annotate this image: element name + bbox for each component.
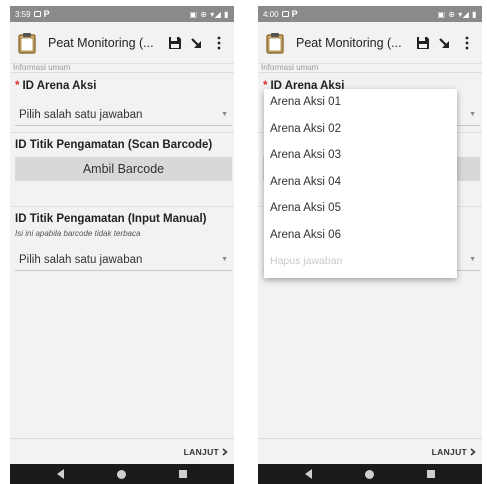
recents-icon[interactable] <box>427 470 436 478</box>
goto-icon[interactable] <box>434 30 456 56</box>
section-divider <box>258 72 482 73</box>
parking-icon: P <box>43 9 50 19</box>
arena-select[interactable]: Pilih salah satu jawaban ▼ <box>15 104 232 126</box>
home-icon[interactable] <box>116 469 126 479</box>
question-title-manual: ID Titik Pengamatan (Input Manual) <box>15 213 207 225</box>
scan-barcode-button[interactable]: Ambil Barcode <box>15 157 232 181</box>
status-icons: ▣ ⊕ ▾◢ ▮ <box>189 9 229 19</box>
chevron-right-icon <box>222 447 228 456</box>
form-content: Informasi umum * ID Arena Aksi ▼ ▼ Arena … <box>258 63 482 434</box>
manual-select[interactable]: Pilih salah satu jawaban ▼ <box>15 249 232 271</box>
app-toolbar: Peat Monitoring (... <box>258 22 482 64</box>
toolbar-title: Peat Monitoring (... <box>48 35 154 50</box>
back-icon[interactable] <box>56 469 64 479</box>
dropdown-option[interactable]: Arena Aksi 05 <box>264 195 457 222</box>
next-label: LANJUT <box>183 446 219 457</box>
notification-icon <box>33 11 41 17</box>
more-vert-icon[interactable] <box>208 30 230 56</box>
parking-icon: P <box>291 9 298 19</box>
clipboard-icon <box>14 30 40 56</box>
status-bar: 3:59 P ▣ ⊕ ▾◢ ▮ <box>10 6 234 22</box>
bottom-bar: LANJUT <box>258 438 482 464</box>
section-label: Informasi umum <box>13 63 71 72</box>
dropdown-option[interactable]: Arena Aksi 04 <box>264 169 457 196</box>
system-nav-bar <box>258 464 482 484</box>
select-value: Pilih salah satu jawaban <box>19 108 143 121</box>
next-button[interactable]: LANJUT <box>184 447 228 457</box>
save-icon[interactable] <box>164 30 186 56</box>
dropdown-menu: Arena Aksi 01 Arena Aksi 02 Arena Aksi 0… <box>264 89 457 278</box>
required-mark: * <box>15 80 20 92</box>
clipboard-icon <box>262 30 288 56</box>
question-label: ID Arena Aksi <box>22 80 97 92</box>
notification-icon <box>281 11 289 17</box>
phone-screen-dropdown: 4:00 P ▣ ⊕ ▾◢ ▮ Peat Monitoring (... Inf… <box>258 6 482 484</box>
save-icon[interactable] <box>412 30 434 56</box>
caret-down-icon: ▼ <box>469 111 476 118</box>
select-value: Pilih salah satu jawaban <box>19 253 143 266</box>
back-icon[interactable] <box>304 469 312 479</box>
recents-icon[interactable] <box>179 470 188 478</box>
status-icons: ▣ ⊕ ▾◢ ▮ <box>437 9 477 19</box>
more-vert-icon[interactable] <box>456 30 478 56</box>
chevron-right-icon <box>470 447 476 456</box>
bottom-bar: LANJUT <box>10 438 234 464</box>
section-label: Informasi umum <box>261 63 319 72</box>
status-time: 3:59 <box>15 9 31 19</box>
next-button[interactable]: LANJUT <box>432 447 476 457</box>
status-bar: 4:00 P ▣ ⊕ ▾◢ ▮ <box>258 6 482 22</box>
form-content: Informasi umum * ID Arena Aksi Pilih sala… <box>10 63 234 434</box>
goto-icon[interactable] <box>186 30 208 56</box>
question-title-arena: * ID Arena Aksi <box>15 80 96 92</box>
phone-screen-form: 3:59 P ▣ ⊕ ▾◢ ▮ Peat Monitoring (... Inf… <box>10 6 234 484</box>
toolbar-title: Peat Monitoring (... <box>296 35 402 50</box>
dropdown-option[interactable]: Arena Aksi 02 <box>264 116 457 143</box>
dropdown-option[interactable]: Arena Aksi 03 <box>264 142 457 169</box>
system-nav-bar <box>10 464 234 484</box>
status-time: 4:00 <box>263 9 279 19</box>
section-divider <box>10 72 234 73</box>
question-divider <box>10 132 234 133</box>
question-hint: Isi ini apabila barcode tidak terbaca <box>15 229 141 238</box>
caret-down-icon: ▼ <box>469 256 476 263</box>
next-label: LANJUT <box>431 446 467 457</box>
app-toolbar: Peat Monitoring (... <box>10 22 234 64</box>
caret-down-icon: ▼ <box>221 111 228 118</box>
question-divider <box>10 206 234 207</box>
caret-down-icon: ▼ <box>221 256 228 263</box>
dropdown-option[interactable]: Arena Aksi 06 <box>264 222 457 249</box>
dropdown-option[interactable]: Arena Aksi 01 <box>264 89 457 116</box>
clear-answer-option[interactable]: Hapus jawaban <box>264 248 457 275</box>
question-title-scan: ID Titik Pengamatan (Scan Barcode) <box>15 139 213 151</box>
home-icon[interactable] <box>364 469 374 479</box>
